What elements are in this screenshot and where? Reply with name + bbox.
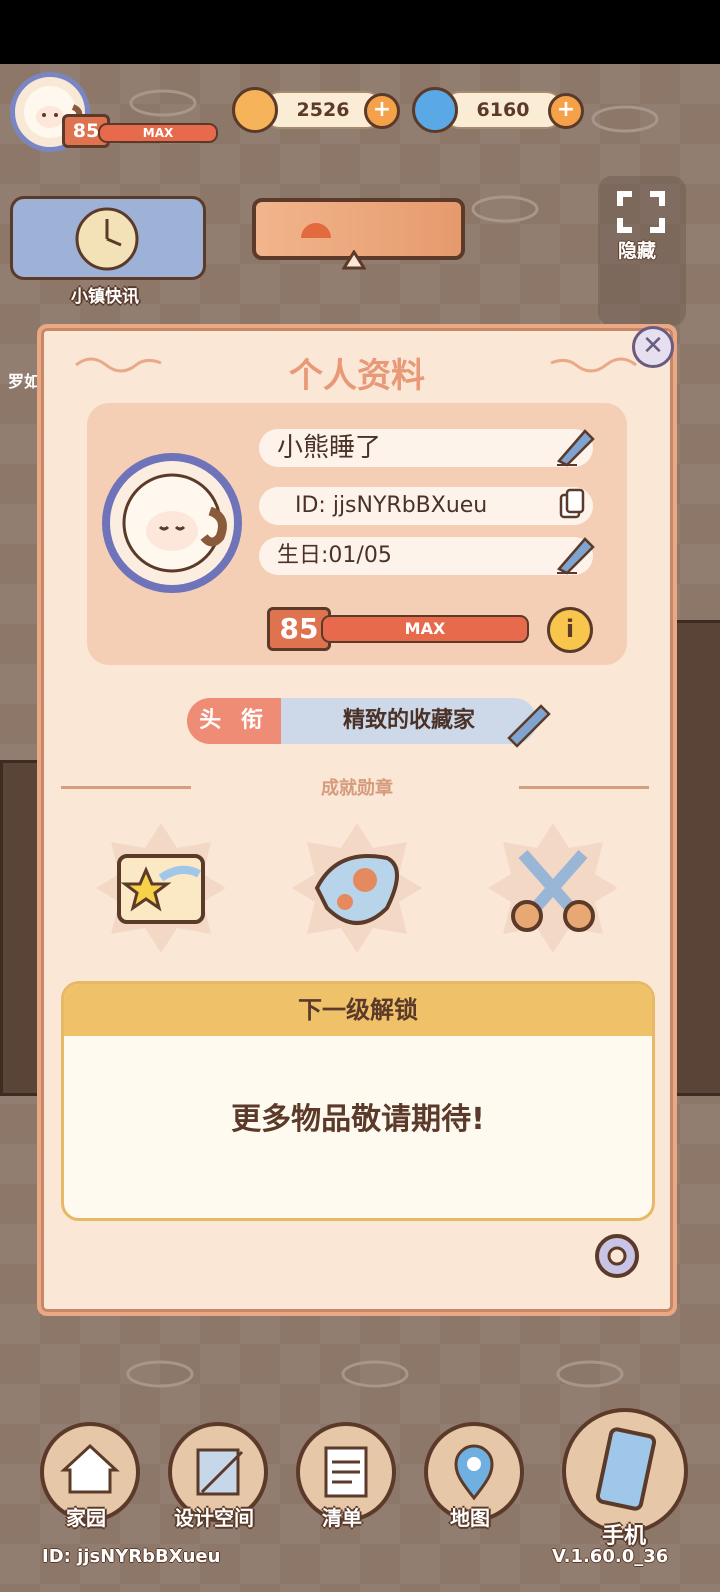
level-info-button[interactable]: i [547, 607, 593, 653]
level-bar: MAX [98, 123, 218, 143]
title-tag-label: 头 衔 [187, 698, 281, 744]
coin-icon [232, 87, 278, 133]
unlock-message: 更多物品敬请期待! [231, 1102, 485, 1137]
ornament-left-icon [75, 357, 162, 373]
room-decor-right [670, 620, 720, 1096]
side-toolbar: 隐藏 [598, 176, 686, 326]
unlock-header: 下一级解锁 [64, 984, 652, 1036]
cloud-icon [126, 1360, 194, 1388]
gem-counter: 6160 [442, 91, 564, 129]
cloud-icon [341, 1360, 409, 1388]
town-news-label: 小镇快讯 [71, 287, 139, 307]
town-news-button[interactable] [10, 196, 206, 280]
divider-left [61, 786, 191, 789]
edit-pencil-icon[interactable] [501, 698, 557, 748]
cloud-icon [591, 105, 659, 133]
sheep-face-icon [122, 473, 227, 573]
close-button[interactable]: ✕ [632, 326, 674, 368]
profile-card: 小熊睡了 ID: jjsNYRbBXueu 生日:01/05 85 MAX i [87, 403, 627, 665]
nav-list-label: 清单 [322, 1506, 362, 1530]
hide-label[interactable]: 隐藏 [618, 236, 656, 263]
scissors-medal-icon[interactable] [483, 818, 623, 958]
copy-icon[interactable] [557, 487, 587, 523]
profile-level-bar: MAX [321, 615, 529, 643]
profile-avatar[interactable] [102, 453, 242, 593]
cloud-icon [471, 195, 539, 223]
add-gems-button[interactable]: + [548, 93, 584, 129]
footer-player-id: ID: jjsNYRbBXueu [42, 1546, 221, 1567]
title-tag-value: 精致的收藏家 [281, 698, 537, 744]
cloud-icon [556, 1360, 624, 1388]
nav-map-label: 地图 [450, 1506, 490, 1530]
expand-corners-icon[interactable] [616, 190, 666, 234]
nav-design-label: 设计空间 [174, 1506, 254, 1530]
status-bar [0, 0, 720, 64]
side-label: 罗如 [8, 372, 41, 391]
rainbow-scroll-medal-icon[interactable] [91, 818, 231, 958]
nav-home-label: 家园 [66, 1506, 106, 1530]
koi-fish-medal-icon[interactable] [287, 818, 427, 958]
phone-icon [595, 1427, 657, 1511]
nav-phone-button[interactable] [562, 1408, 688, 1534]
clock-icon [75, 207, 139, 271]
ornament-right-icon [550, 357, 637, 373]
add-coins-button[interactable]: + [364, 93, 400, 129]
player-id-field: ID: jjsNYRbBXueu [259, 487, 593, 525]
divider-right [519, 786, 649, 789]
profile-panel: 个人资料 小熊睡了 ID: jjsNYRbBXueu 生日:01/05 85 M… [37, 324, 677, 1316]
swirl-gem-icon [412, 87, 458, 133]
edit-pencil-icon[interactable] [553, 531, 597, 575]
next-level-unlock-box: 下一级解锁 更多物品敬请期待! [61, 981, 655, 1221]
triangle-pointer-icon [342, 250, 366, 270]
edit-pencil-icon[interactable] [553, 423, 597, 467]
birthday-field: 生日:01/05 [259, 537, 593, 575]
achievement-label: 成就勋章 [321, 778, 393, 799]
sunset-icon [301, 223, 331, 238]
gear-icon[interactable] [589, 1228, 645, 1284]
version-label: V.1.60.0_36 [552, 1546, 669, 1567]
nickname-field: 小熊睡了 [259, 429, 593, 467]
